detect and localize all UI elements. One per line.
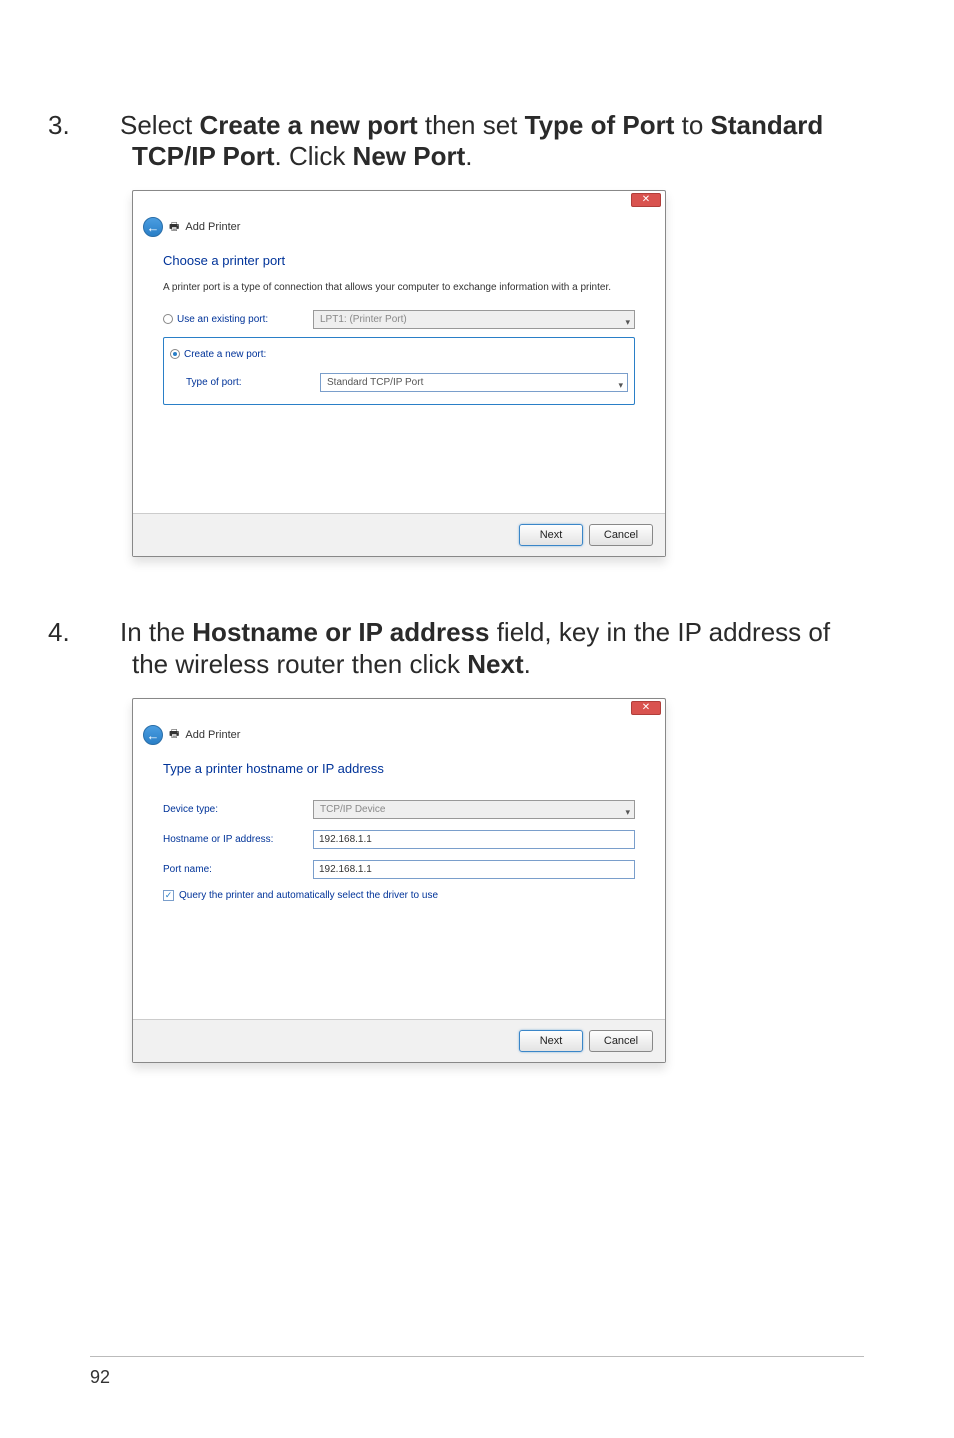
create-new-port-group: Create a new port: Type of port: Standar… [163, 337, 635, 405]
type-of-port-combo[interactable]: Standard TCP/IP Port ▾ [320, 373, 628, 392]
radio-unselected-icon [163, 314, 173, 324]
step-4-content: In the Hostname or IP address field, key… [120, 617, 830, 678]
device-type-combo: TCP/IP Device ▾ [313, 800, 635, 819]
portname-value: 192.168.1.1 [319, 864, 372, 875]
create-new-port-option[interactable]: Create a new port: [170, 349, 320, 360]
device-type-label: Device type: [163, 804, 313, 815]
dialog-2-title: Add Printer [185, 729, 240, 741]
next-button[interactable]: Next [519, 1030, 583, 1052]
device-type-row: Device type: TCP/IP Device ▾ [163, 798, 635, 822]
create-new-port-row: Create a new port: [170, 342, 628, 366]
back-arrow-icon[interactable]: ← [143, 217, 163, 237]
close-icon[interactable]: ✕ [631, 193, 661, 207]
chevron-down-icon: ▾ [618, 377, 623, 394]
step-3-text: 3.Select Create a new port then set Type… [90, 110, 864, 172]
add-printer-dialog-1: ✕ ← 🖶 Add Printer Choose a printer port … [132, 190, 666, 557]
dialog-1-header: ← 🖶 Add Printer [133, 213, 665, 247]
dialog-1-description: A printer port is a type of connection t… [163, 282, 635, 293]
step-3-content: Select Create a new port then set Type o… [120, 110, 823, 171]
device-type-value: TCP/IP Device [320, 804, 385, 815]
existing-port-combo: LPT1: (Printer Port) ▾ [313, 310, 635, 329]
close-icon[interactable]: ✕ [631, 701, 661, 715]
dialog-1-title: Add Printer [185, 221, 240, 233]
type-of-port-label: Type of port: [186, 377, 320, 388]
step-3: 3.Select Create a new port then set Type… [90, 110, 864, 557]
step-4-text: 4.In the Hostname or IP address field, k… [90, 617, 864, 679]
use-existing-port-row: Use an existing port: LPT1: (Printer Por… [163, 307, 635, 331]
step-3-number: 3. [90, 110, 120, 141]
page-number: 92 [90, 1356, 864, 1388]
checkbox-checked-icon: ✓ [163, 890, 174, 901]
chevron-down-icon: ▾ [625, 314, 630, 331]
use-existing-port-option[interactable]: Use an existing port: [163, 314, 313, 325]
dialog-1-wrapper: ✕ ← 🖶 Add Printer Choose a printer port … [132, 190, 864, 557]
portname-row: Port name: 192.168.1.1 [163, 858, 635, 882]
radio-selected-icon [170, 349, 180, 359]
hostname-label: Hostname or IP address: [163, 834, 313, 845]
existing-port-value: LPT1: (Printer Port) [320, 314, 407, 325]
add-printer-dialog-2: ✕ ← 🖶 Add Printer Type a printer hostnam… [132, 698, 666, 1063]
step-4: 4.In the Hostname or IP address field, k… [90, 617, 864, 1062]
step-4-number: 4. [90, 617, 120, 648]
dialog-2-body: Type a printer hostname or IP address De… [133, 755, 665, 1019]
dialog-1-heading: Choose a printer port [163, 253, 635, 268]
dialog-2-header: ← 🖶 Add Printer [133, 721, 665, 755]
dialog-2-titlebar: ✕ [133, 699, 665, 721]
cancel-button[interactable]: Cancel [589, 1030, 653, 1052]
dialog-2-heading: Type a printer hostname or IP address [163, 761, 635, 776]
type-of-port-value: Standard TCP/IP Port [327, 377, 423, 388]
dialog-1-titlebar: ✕ [133, 191, 665, 213]
next-button[interactable]: Next [519, 524, 583, 546]
hostname-input[interactable]: 192.168.1.1 [313, 830, 635, 849]
page: 3.Select Create a new port then set Type… [0, 0, 954, 1438]
use-existing-port-label: Use an existing port: [177, 314, 268, 325]
create-new-port-label: Create a new port: [184, 349, 266, 360]
dialog-2-wrapper: ✕ ← 🖶 Add Printer Type a printer hostnam… [132, 698, 864, 1063]
query-printer-label: Query the printer and automatically sele… [179, 890, 438, 901]
dialog-1-footer: Next Cancel [133, 513, 665, 556]
printer-icon: 🖶 [169, 218, 179, 237]
printer-icon: 🖶 [169, 725, 179, 744]
query-printer-row[interactable]: ✓ Query the printer and automatically se… [163, 890, 635, 901]
hostname-value: 192.168.1.1 [319, 834, 372, 845]
portname-label: Port name: [163, 864, 313, 875]
type-of-port-row: Type of port: Standard TCP/IP Port ▾ [170, 370, 628, 394]
back-arrow-icon[interactable]: ← [143, 725, 163, 745]
dialog-1-body: Choose a printer port A printer port is … [133, 247, 665, 513]
hostname-row: Hostname or IP address: 192.168.1.1 [163, 828, 635, 852]
chevron-down-icon: ▾ [625, 804, 630, 821]
cancel-button[interactable]: Cancel [589, 524, 653, 546]
portname-input[interactable]: 192.168.1.1 [313, 860, 635, 879]
dialog-2-footer: Next Cancel [133, 1019, 665, 1062]
